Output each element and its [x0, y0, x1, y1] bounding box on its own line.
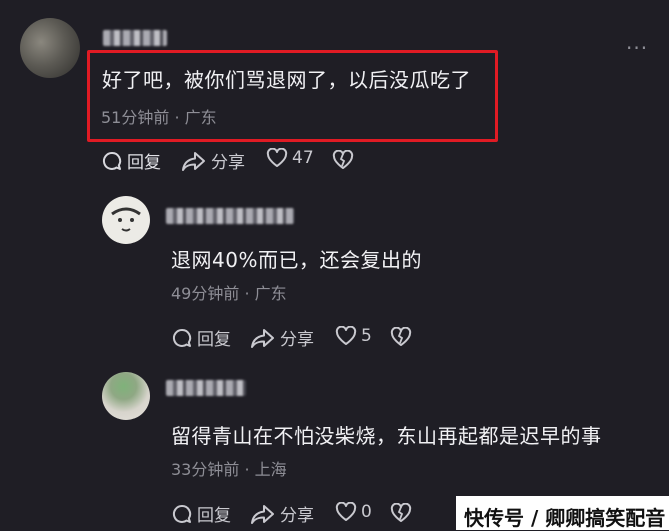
avatar-commenter-2[interactable]: [102, 196, 150, 244]
like-button[interactable]: 5: [335, 326, 372, 346]
more-options-icon[interactable]: ···: [626, 36, 648, 60]
share-icon: [182, 151, 205, 171]
watermark: 快传号 / 卿卿搞笑配音: [464, 506, 666, 530]
share-button[interactable]: 分享: [250, 501, 314, 526]
dislike-button[interactable]: [332, 150, 354, 170]
reply-icon: [173, 328, 192, 347]
like-count: 5: [361, 326, 372, 346]
dislike-button[interactable]: [390, 503, 412, 523]
share-button[interactable]: 分享: [250, 325, 314, 350]
share-icon: [251, 328, 274, 348]
broken-heart-icon: [390, 503, 412, 522]
comment-text: 好了吧，被你们骂退网了，以后没瓜吃了: [102, 68, 471, 92]
share-label: 分享: [280, 330, 314, 350]
reply-text: 退网40%而已，还会复出的: [171, 248, 422, 272]
dislike-button[interactable]: [390, 327, 412, 347]
broken-heart-icon: [390, 327, 412, 346]
reply-label: 回复: [197, 506, 231, 526]
meta-separator: ·: [169, 108, 185, 127]
reply-button[interactable]: 回复: [171, 501, 231, 526]
reply-button[interactable]: 回复: [171, 325, 231, 350]
reply-icon: [173, 504, 192, 523]
reply-location: 上海: [254, 460, 287, 479]
share-label: 分享: [211, 153, 245, 173]
reply-meta: 49分钟前 · 广东: [171, 280, 287, 304]
heart-icon: [335, 326, 357, 345]
share-button[interactable]: 分享: [181, 148, 245, 173]
reply-button[interactable]: 回复: [101, 148, 161, 173]
reply-text: 留得青山在不怕没柴烧，东山再起都是迟早的事: [171, 424, 602, 448]
broken-heart-icon: [332, 150, 354, 169]
share-icon: [251, 504, 274, 524]
avatar-commenter-1[interactable]: [20, 18, 80, 78]
reply-meta: 33分钟前 · 上海: [171, 456, 287, 480]
reply-icon: [103, 151, 122, 170]
heart-icon: [266, 148, 288, 167]
reply-time: 49分钟前: [171, 284, 240, 303]
reply-location: 广东: [254, 284, 287, 303]
reply-label: 回复: [127, 153, 161, 173]
like-button[interactable]: 0: [335, 502, 372, 522]
like-count: 0: [361, 502, 372, 522]
comment-meta: 51分钟前 · 广东: [101, 104, 217, 128]
username-blurred[interactable]: [166, 380, 246, 396]
reply-time: 33分钟前: [171, 460, 240, 479]
username-blurred[interactable]: [103, 30, 167, 46]
like-count: 47: [292, 148, 314, 168]
comment-location: 广东: [184, 108, 217, 127]
meta-separator: ·: [239, 284, 255, 303]
avatar-drawing: [111, 207, 141, 232]
share-label: 分享: [280, 506, 314, 526]
reply-label: 回复: [197, 330, 231, 350]
comment-time: 51分钟前: [101, 108, 170, 127]
meta-separator: ·: [239, 460, 255, 479]
username-blurred[interactable]: [166, 208, 294, 224]
like-button[interactable]: 47: [266, 148, 314, 168]
heart-icon: [335, 502, 357, 521]
avatar-commenter-3[interactable]: [102, 372, 150, 420]
